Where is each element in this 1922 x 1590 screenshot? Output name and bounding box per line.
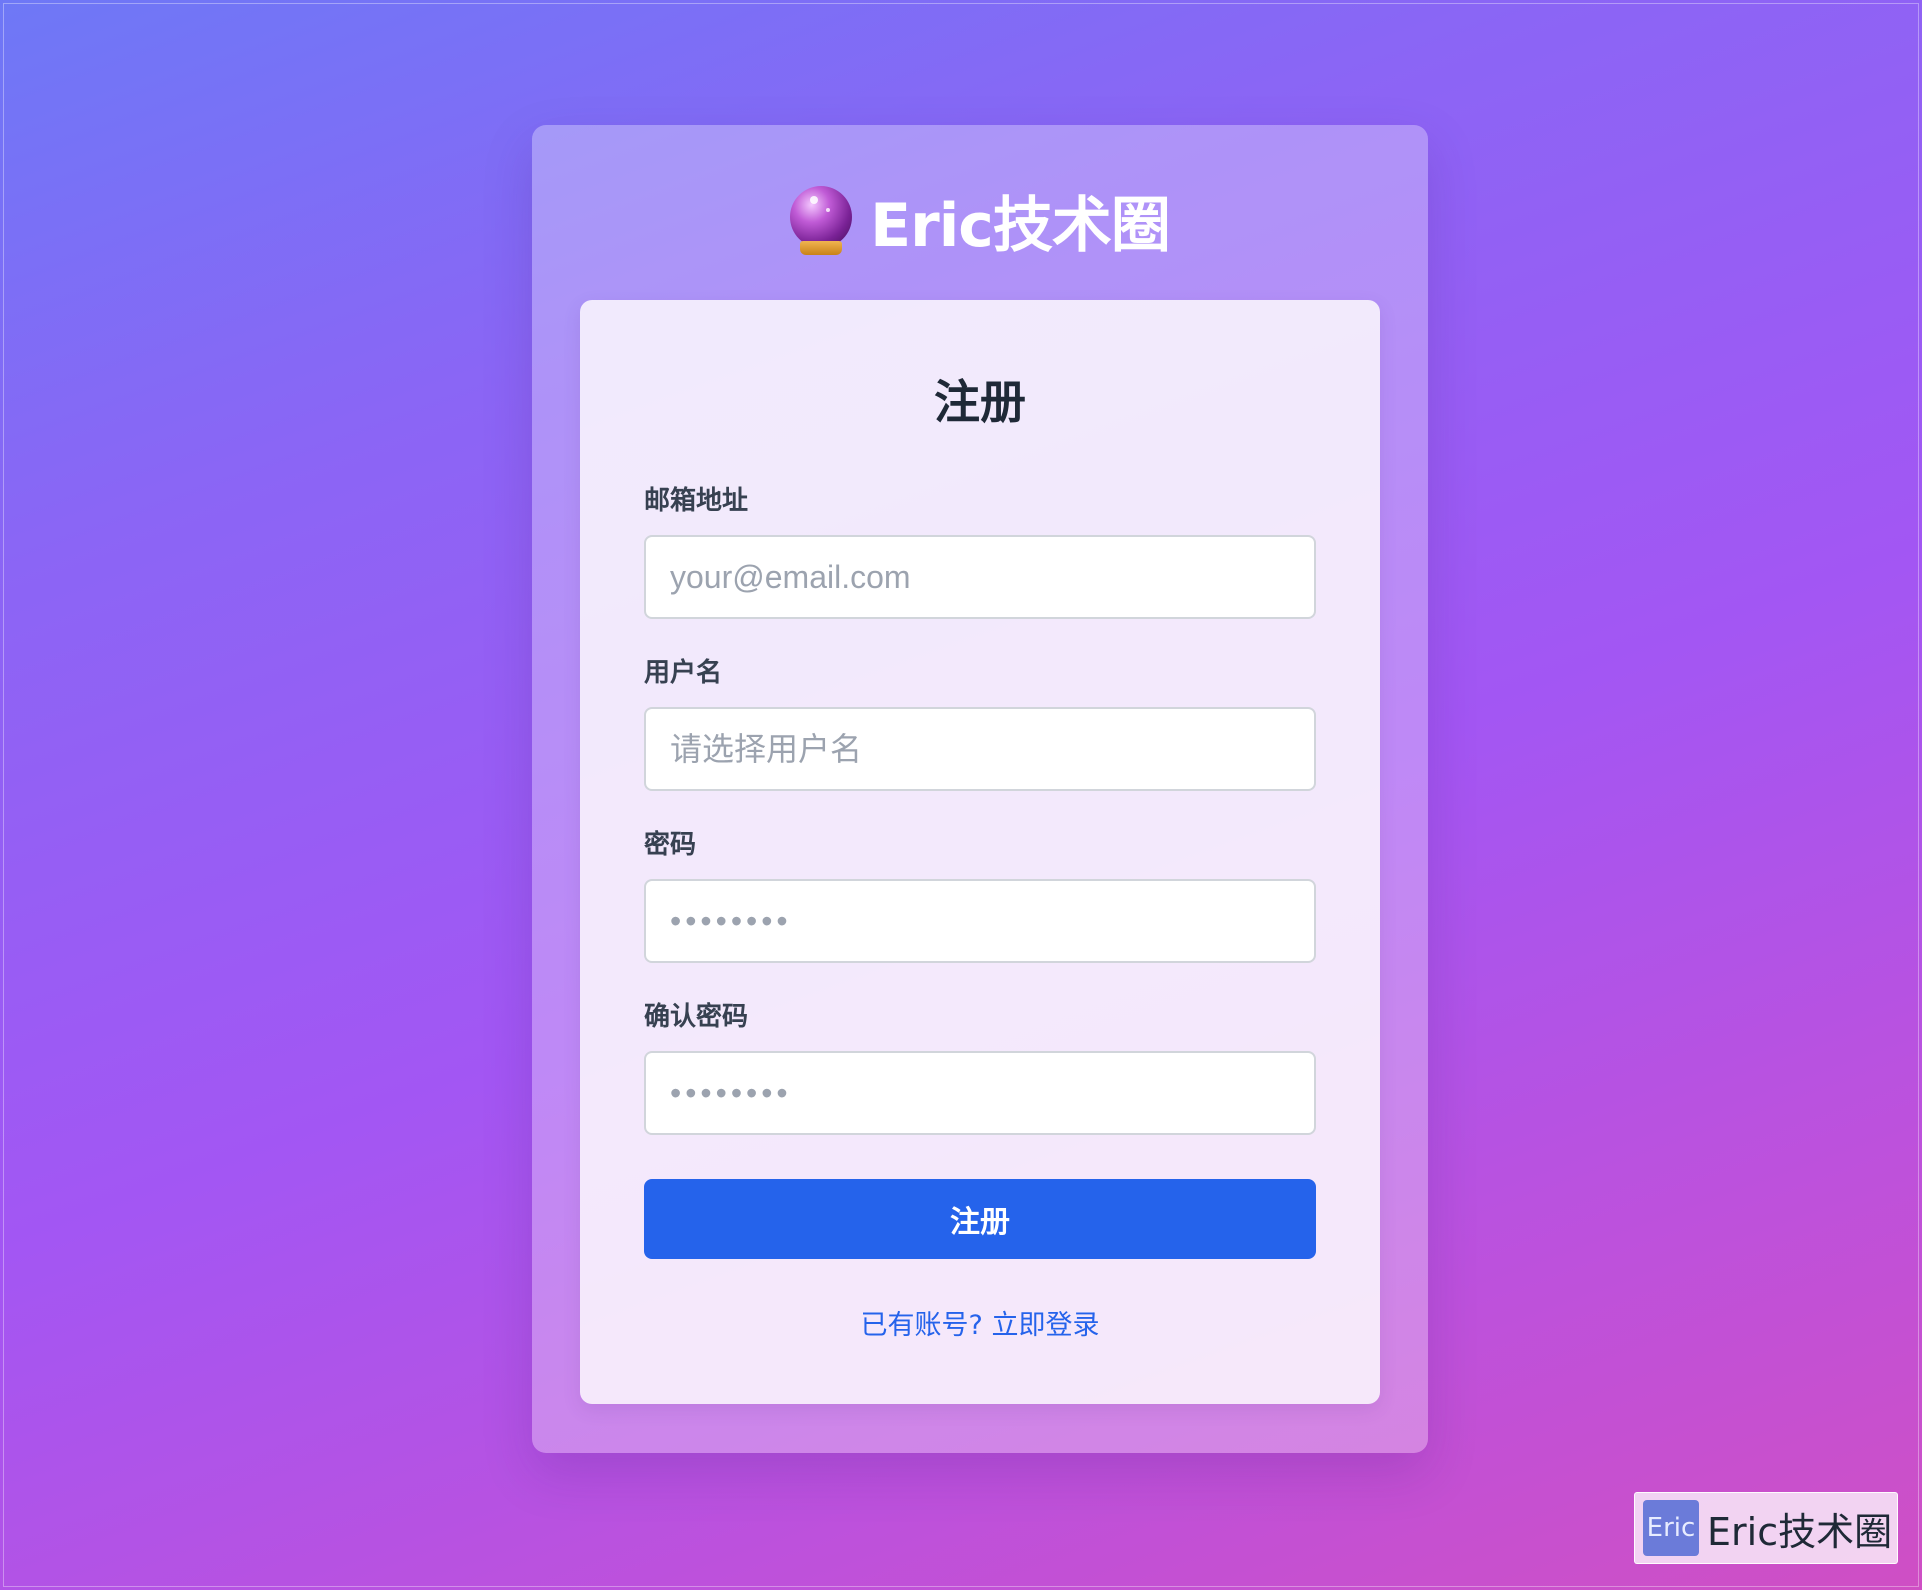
password-field[interactable] bbox=[644, 879, 1316, 963]
watermark-logo: Eric bbox=[1643, 1500, 1699, 1556]
watermark-text: Eric技术圈 bbox=[1707, 1509, 1893, 1554]
confirm-password-field[interactable] bbox=[644, 1051, 1316, 1135]
brand-title: Eric技术圈 bbox=[870, 191, 1171, 261]
register-button[interactable]: 注册 bbox=[644, 1179, 1316, 1259]
crystal-ball-icon bbox=[790, 185, 853, 256]
email-field[interactable] bbox=[644, 535, 1316, 619]
username-label: 用户名 bbox=[644, 658, 723, 688]
brand-header: Eric技术圈 bbox=[532, 177, 1428, 264]
auth-panel: Eric技术圈 注册 邮箱地址 用户名 密码 确认密码 注册 已有账号? 立即登… bbox=[532, 125, 1428, 1453]
register-form: 注册 邮箱地址 用户名 密码 确认密码 注册 已有账号? 立即登录 bbox=[580, 300, 1380, 1404]
confirm-password-label: 确认密码 bbox=[644, 1002, 749, 1032]
email-label: 邮箱地址 bbox=[644, 486, 749, 516]
watermark: Eric Eric技术圈 bbox=[1634, 1492, 1898, 1564]
login-link[interactable]: 已有账号? 立即登录 bbox=[580, 1303, 1380, 1342]
password-label: 密码 bbox=[644, 830, 697, 860]
form-title: 注册 bbox=[934, 375, 1026, 429]
username-field[interactable] bbox=[644, 707, 1316, 791]
